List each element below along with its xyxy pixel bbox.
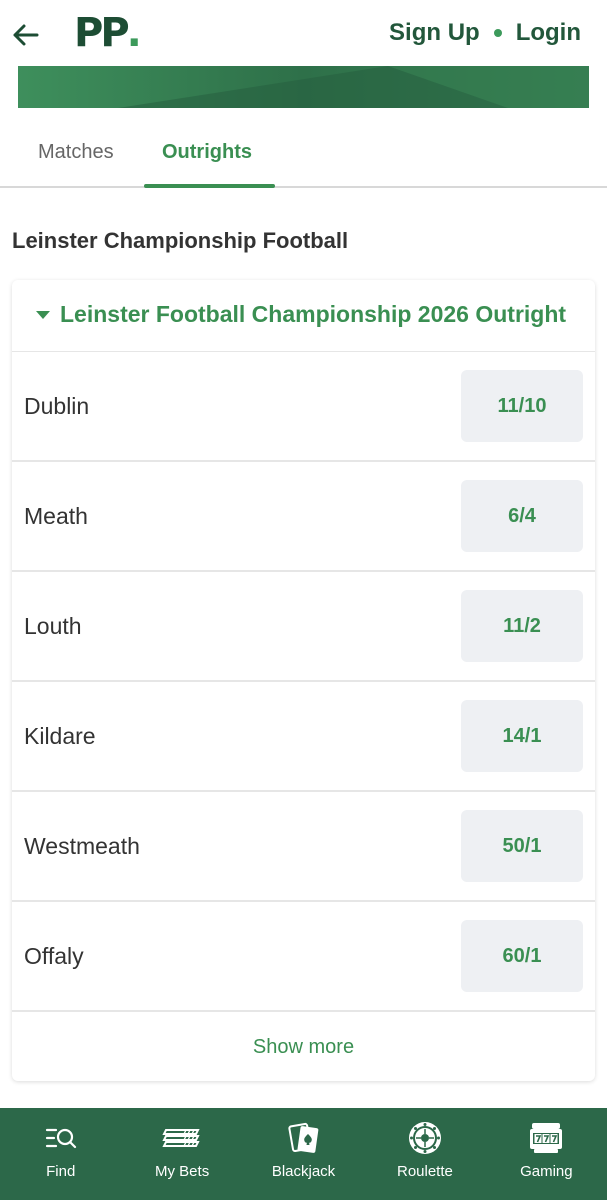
selection-name: Meath [24,503,88,529]
tab-bar: Matches Outrights [0,118,607,188]
market-header[interactable]: Leinster Football Championship 2026 Outr… [12,280,595,352]
logo-dot: . [126,10,142,56]
bottom-nav: Find My Bets Blackjack Roulette Gaming [0,1108,607,1200]
nav-label: Roulette [396,1163,453,1180]
nav-label: Gaming [520,1163,573,1180]
selection-row: Meath 6/4 [12,462,595,572]
blackjack-icon [287,1122,318,1153]
odds-button[interactable]: 6/4 [461,480,583,552]
tab-outrights[interactable]: Outrights [162,138,252,166]
banner-graphic [18,66,589,108]
nav-find[interactable]: Find [0,1108,121,1200]
app-header: PP. Sign Up Login [0,0,607,66]
selection-name: Dublin [24,393,90,419]
odds-button[interactable]: 60/1 [461,920,583,992]
tab-matches[interactable]: Matches [38,138,114,166]
market-card: Leinster Football Championship 2026 Outr… [12,280,595,1081]
nav-my-bets[interactable]: My Bets [121,1108,242,1200]
separator-dot [493,29,502,37]
selection-row: Offaly 60/1 [12,902,595,1012]
my-bets-icon [162,1129,200,1147]
selection-row: Westmeath 50/1 [12,792,595,902]
login-link[interactable]: Login [516,16,581,50]
find-icon [45,1128,76,1149]
active-tab-indicator [144,184,275,188]
selection-row: Dublin 11/10 [12,352,595,462]
auth-links: Sign Up Login [389,16,581,50]
nav-gaming[interactable]: Gaming [486,1108,607,1200]
selection-name: Offaly [24,943,84,969]
selection-name: Louth [24,613,82,639]
sign-up-link[interactable]: Sign Up [389,16,480,50]
nav-label: Blackjack [271,1163,336,1180]
odds-button[interactable]: 50/1 [461,810,583,882]
arrow-left-icon [13,24,39,46]
market-title: Leinster Football Championship 2026 Outr… [60,301,567,327]
selection-name: Westmeath [24,833,140,859]
nav-blackjack[interactable]: Blackjack [243,1108,364,1200]
slot-machine-icon [530,1123,563,1153]
odds-button[interactable]: 14/1 [461,700,583,772]
odds-button[interactable]: 11/2 [461,590,583,662]
back-button[interactable] [8,18,42,52]
caret-down-icon [36,311,50,319]
selection-row: Kildare 14/1 [12,682,595,792]
roulette-icon [408,1122,441,1154]
nav-label: My Bets [155,1163,210,1180]
show-more-button[interactable]: Show more [12,1014,595,1081]
selection-name: Kildare [24,723,96,749]
selection-row: Louth 11/2 [12,572,595,682]
logo-text: PP [74,10,130,56]
paddy-power-logo[interactable]: PP. [74,10,142,56]
nav-roulette[interactable]: Roulette [364,1108,485,1200]
nav-label: Find [46,1163,76,1180]
odds-button[interactable]: 11/10 [461,370,583,442]
competition-title: Leinster Championship Football [12,228,349,253]
promo-banner[interactable] [18,66,589,108]
